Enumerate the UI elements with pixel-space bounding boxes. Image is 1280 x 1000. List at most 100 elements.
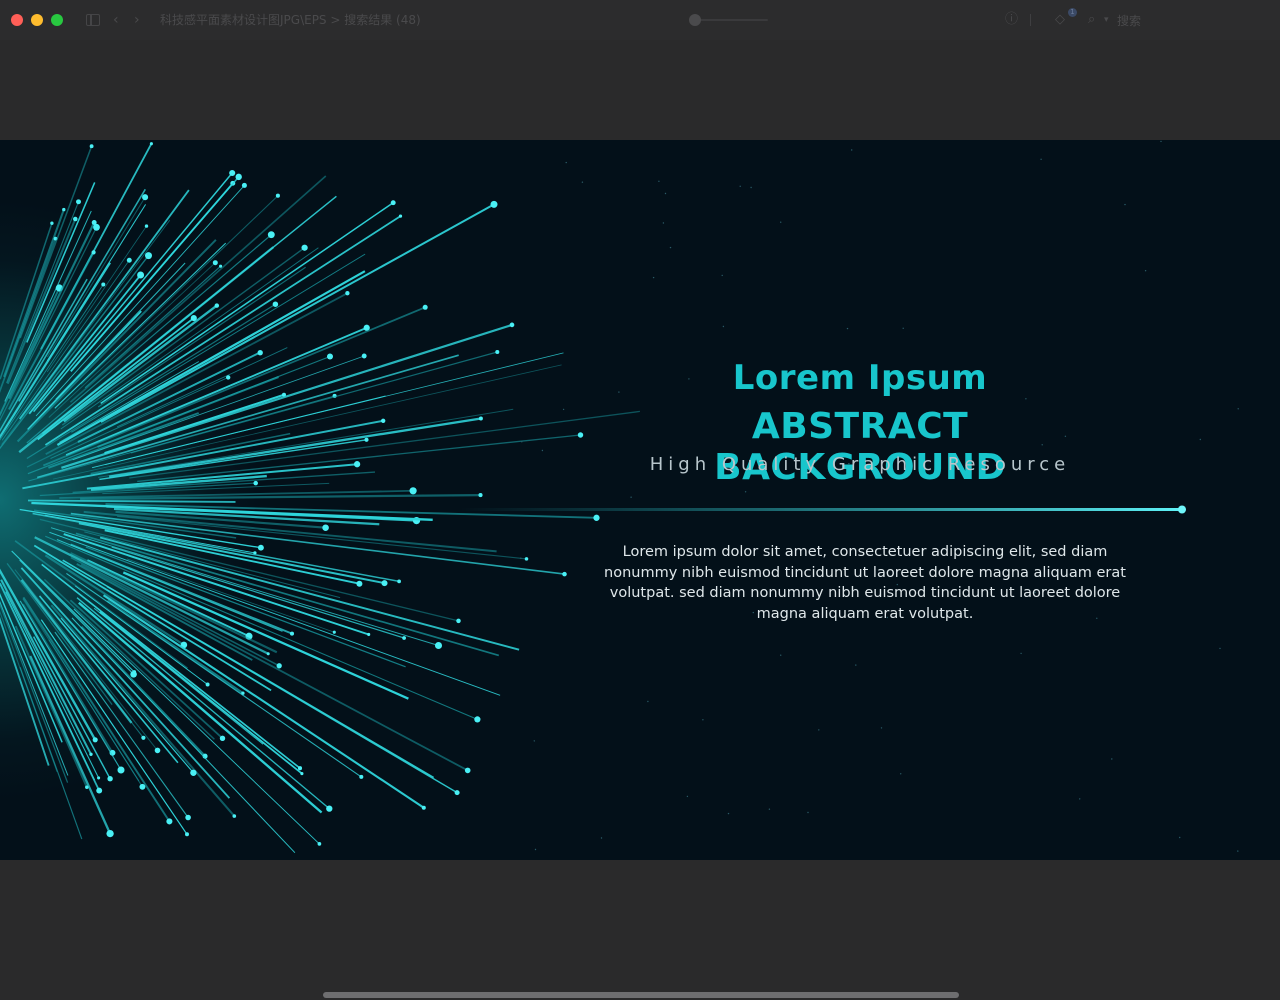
star-speck bbox=[900, 773, 902, 775]
light-ray-tip bbox=[409, 487, 417, 495]
light-ray-tip bbox=[166, 818, 173, 825]
image-title-line2: ABSTRACT BACKGROUND bbox=[714, 406, 1006, 488]
light-ray bbox=[27, 499, 236, 503]
chevron-right-icon[interactable]: › bbox=[134, 11, 140, 29]
light-ray-tip bbox=[257, 350, 263, 356]
star-speck bbox=[662, 222, 665, 224]
light-ray bbox=[137, 434, 581, 483]
light-ray-tip bbox=[297, 766, 303, 771]
window-title: 科技感平面素材设计图JPG\EPS > 搜索结果 (48) bbox=[160, 13, 421, 27]
zoom-slider-handle[interactable] bbox=[689, 14, 701, 26]
light-ray-tip bbox=[101, 282, 106, 287]
light-ray-tip bbox=[454, 790, 460, 796]
search-field[interactable]: 搜索 bbox=[1117, 12, 1141, 29]
star-speck bbox=[721, 274, 723, 277]
star-speck bbox=[1079, 798, 1081, 800]
chevron-down-icon[interactable]: ▾ bbox=[1104, 11, 1109, 29]
light-ray-tip bbox=[253, 480, 258, 486]
sidebar-icon[interactable] bbox=[86, 14, 100, 26]
star-speck bbox=[780, 221, 782, 223]
light-ray-tip bbox=[421, 805, 426, 810]
star-speck bbox=[1124, 203, 1126, 206]
light-ray-tip bbox=[219, 735, 226, 742]
light-ray-tip bbox=[190, 769, 197, 776]
light-ray-tip bbox=[142, 194, 149, 201]
light-ray-tip bbox=[593, 514, 600, 521]
light-ray-tip bbox=[397, 579, 401, 584]
light-ray-tip bbox=[275, 193, 280, 198]
image-tagline: High Quality Graphic Resource bbox=[649, 454, 1071, 475]
chevron-left-icon[interactable]: ‹ bbox=[113, 11, 119, 29]
light-ray-tip bbox=[106, 829, 114, 838]
light-ray-tip bbox=[137, 271, 145, 279]
light-ray bbox=[20, 567, 231, 799]
light-ray-tip bbox=[205, 682, 210, 687]
light-ray-tip bbox=[267, 231, 275, 239]
star-speck bbox=[533, 740, 535, 742]
star-speck bbox=[1020, 652, 1022, 655]
light-ray-tip bbox=[495, 349, 500, 355]
star-speck bbox=[902, 327, 904, 329]
light-ray bbox=[99, 536, 520, 651]
image-canvas: Lorem Ipsum ABSTRACT BACKGROUND High Qua… bbox=[0, 140, 1280, 860]
light-ray-tip bbox=[97, 776, 101, 780]
star-speck bbox=[818, 729, 820, 731]
star-speck bbox=[855, 664, 857, 666]
light-ray-tip bbox=[257, 544, 264, 551]
light-ray bbox=[75, 532, 500, 657]
info-icon[interactable]: ⓘ bbox=[1005, 11, 1018, 29]
light-ray bbox=[44, 215, 401, 446]
light-ray-tip bbox=[317, 842, 322, 846]
star-speck bbox=[1160, 140, 1162, 143]
light-ray-tip bbox=[126, 257, 132, 263]
magnifier-icon[interactable]: ⌕ bbox=[1088, 11, 1095, 29]
light-ray-tip bbox=[226, 375, 231, 380]
zoom-window-button[interactable] bbox=[51, 14, 63, 26]
light-ray bbox=[100, 203, 495, 423]
light-ray-tip bbox=[353, 461, 361, 468]
light-ray-tip bbox=[577, 432, 584, 438]
tag-count-badge: 1 bbox=[1068, 8, 1077, 17]
light-ray bbox=[49, 531, 501, 696]
image-body-text: Lorem ipsum dolor sit amet, consectetuer… bbox=[604, 544, 1126, 622]
star-speck bbox=[600, 837, 603, 839]
star-speck bbox=[658, 180, 660, 182]
star-speck bbox=[686, 795, 689, 798]
light-ray-tip bbox=[117, 766, 125, 774]
tag-icon[interactable]: ◇ bbox=[1055, 11, 1065, 29]
star-speck bbox=[780, 654, 782, 656]
light-ray-tip bbox=[139, 783, 146, 790]
star-speck bbox=[1179, 836, 1181, 839]
title-bar: ‹ › 科技感平面素材设计图JPG\EPS > 搜索结果 (48) ⓘ ◇ 1 … bbox=[0, 0, 1280, 40]
toolbar-divider bbox=[1030, 14, 1031, 26]
star-speck bbox=[722, 325, 725, 328]
light-ray-tip bbox=[141, 735, 146, 740]
light-ray-tip bbox=[91, 250, 96, 255]
light-ray-tip bbox=[229, 169, 236, 177]
star-speck bbox=[768, 808, 771, 810]
horizontal-scrollbar-thumb[interactable] bbox=[323, 992, 959, 998]
light-ray-tip bbox=[266, 652, 270, 656]
image-viewer-window: ‹ › 科技感平面素材设计图JPG\EPS > 搜索结果 (48) ⓘ ◇ 1 … bbox=[0, 0, 1280, 1000]
star-speck bbox=[1199, 438, 1202, 441]
star-speck bbox=[1237, 850, 1239, 852]
star-speck bbox=[652, 276, 655, 279]
star-speck bbox=[534, 848, 537, 851]
light-ray-tip bbox=[322, 524, 329, 531]
light-ray-tip bbox=[361, 353, 367, 359]
close-window-button[interactable] bbox=[11, 14, 23, 26]
light-ray-tip bbox=[434, 641, 443, 650]
light-ray-tip bbox=[232, 814, 237, 818]
minimize-window-button[interactable] bbox=[31, 14, 43, 26]
zoom-slider-track[interactable] bbox=[690, 19, 768, 21]
light-ray-tip bbox=[509, 322, 515, 328]
light-ray-tip bbox=[367, 632, 371, 637]
light-ray-tip bbox=[145, 252, 152, 260]
light-ray-tip bbox=[89, 144, 94, 149]
star-speck bbox=[880, 727, 883, 729]
divider-beam bbox=[460, 508, 1182, 511]
light-ray bbox=[78, 601, 323, 814]
star-speck bbox=[520, 557, 522, 559]
light-ray bbox=[80, 195, 279, 385]
light-ray-tip bbox=[490, 200, 498, 208]
